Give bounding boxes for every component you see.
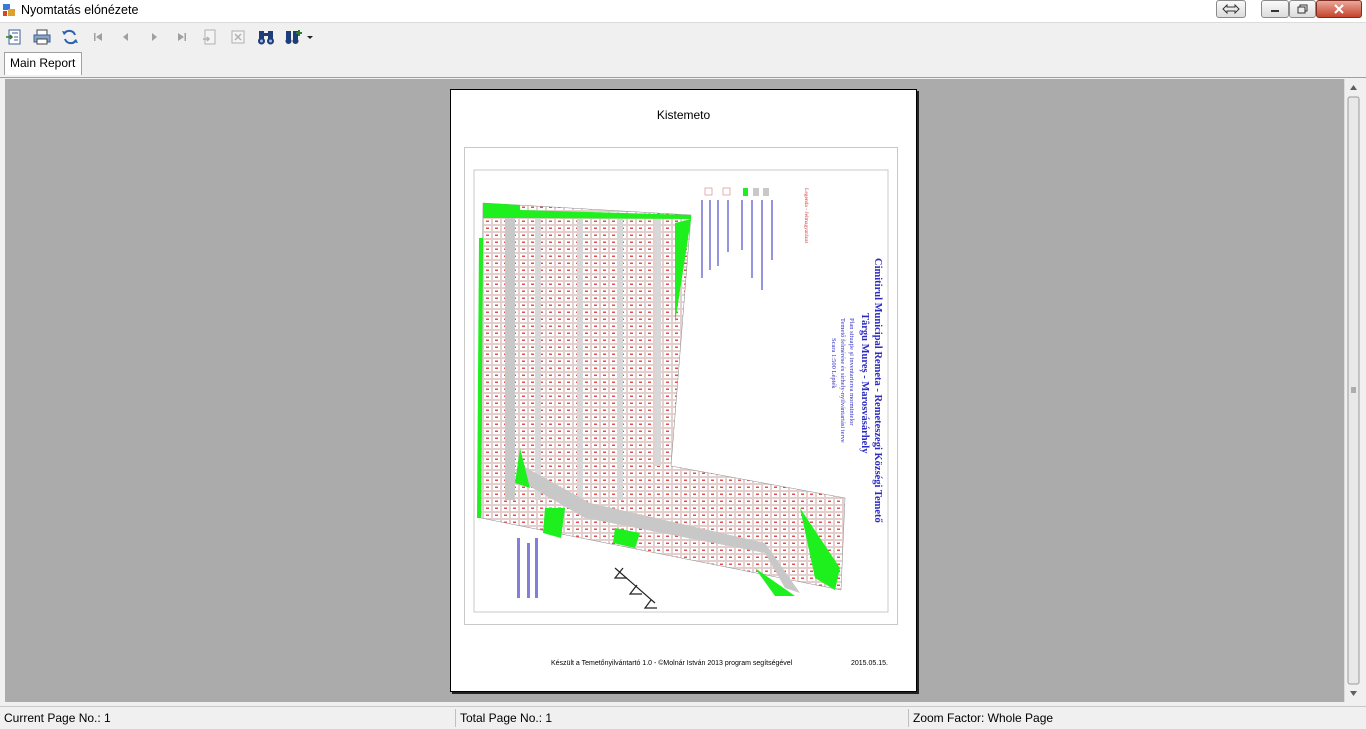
first-page-button[interactable] xyxy=(88,27,108,47)
find-button[interactable] xyxy=(256,27,276,47)
previous-page-button[interactable] xyxy=(116,27,136,47)
close-button[interactable] xyxy=(1316,0,1362,18)
close-icon xyxy=(1334,4,1344,14)
map-frame: Cimitirul Municipal Remeta - Remeteszegi… xyxy=(464,147,898,625)
restore-icon xyxy=(1297,4,1308,14)
minimize-icon xyxy=(1271,10,1279,12)
go-to-page-icon xyxy=(203,29,216,45)
report-viewer: Kistemeto Cimitirul Municipal Remeta - R… xyxy=(5,79,1344,702)
next-page-icon xyxy=(152,33,157,41)
vertical-scrollbar[interactable] xyxy=(1344,79,1362,702)
first-page-icon xyxy=(94,33,102,41)
resize-arrows-icon xyxy=(1222,4,1240,14)
cemetery-map: Cimitirul Municipal Remeta - Remeteszegi… xyxy=(473,169,889,613)
export-icon xyxy=(6,29,21,45)
legend xyxy=(701,187,773,290)
go-to-page-button[interactable] xyxy=(200,27,220,47)
refresh-button[interactable] xyxy=(60,27,80,47)
legend-title: Legenda - Jelmagyarázat xyxy=(803,188,809,243)
total-page-status: Total Page No.: 1 xyxy=(460,711,553,725)
report-page: Kistemeto Cimitirul Municipal Remeta - R… xyxy=(450,89,917,692)
current-page-status: Current Page No.: 1 xyxy=(4,711,111,725)
status-bar: Current Page No.: 1 Total Page No.: 1 Zo… xyxy=(0,706,1366,729)
map-heading-2: Târgu Mureș - Marosvásárhely xyxy=(859,313,870,454)
north-arrow-icon xyxy=(613,567,657,609)
maximize-button[interactable] xyxy=(1289,0,1316,18)
binoculars-icon xyxy=(258,31,274,45)
report-date: 2015.05.15. xyxy=(851,660,888,667)
scroll-up-icon xyxy=(1350,85,1357,90)
close-view-button[interactable] xyxy=(228,27,248,47)
last-page-button[interactable] xyxy=(172,27,192,47)
zoom-factor-status: Zoom Factor: Whole Page xyxy=(913,711,1054,725)
tab-strip: Main Report xyxy=(0,50,1366,78)
scrollbar-track xyxy=(1347,85,1360,696)
window-title: Nyomtatás elónézete xyxy=(21,3,139,17)
zoom-dropdown-button[interactable] xyxy=(284,27,314,47)
title-bar: Nyomtatás elónézete xyxy=(0,0,1366,23)
export-button[interactable] xyxy=(4,27,24,47)
road xyxy=(505,208,515,500)
report-footer: Készült a Temetőnyilvántartó 1.0 - ©Moln… xyxy=(551,660,793,667)
map-subheading-2: Temető felmérése és sírhely-nyilvántartá… xyxy=(839,318,846,443)
status-divider xyxy=(908,709,909,727)
minimize-button[interactable] xyxy=(1261,0,1289,18)
report-title: Kistemeto xyxy=(656,108,711,122)
previous-page-icon xyxy=(123,33,128,41)
close-view-icon xyxy=(231,30,245,44)
last-page-icon xyxy=(178,33,186,41)
scroll-down-icon xyxy=(1350,691,1357,696)
map-subheading-1: Plan situaţie şi inventarierea mormintel… xyxy=(848,318,855,426)
map-scale: Scara 1:500 Lépték xyxy=(830,338,837,389)
app-icon xyxy=(3,4,15,16)
toolbar xyxy=(0,23,1366,50)
zoom-icon xyxy=(285,30,313,44)
restore-size-button[interactable] xyxy=(1216,0,1246,18)
status-divider xyxy=(455,709,456,727)
refresh-icon xyxy=(62,29,78,45)
next-page-button[interactable] xyxy=(144,27,164,47)
map-heading-1: Cimitirul Municipal Remeta - Remeteszegi… xyxy=(872,258,883,523)
print-button[interactable] xyxy=(32,27,52,47)
printer-icon xyxy=(33,29,51,45)
tab-main-report[interactable]: Main Report xyxy=(4,52,82,75)
